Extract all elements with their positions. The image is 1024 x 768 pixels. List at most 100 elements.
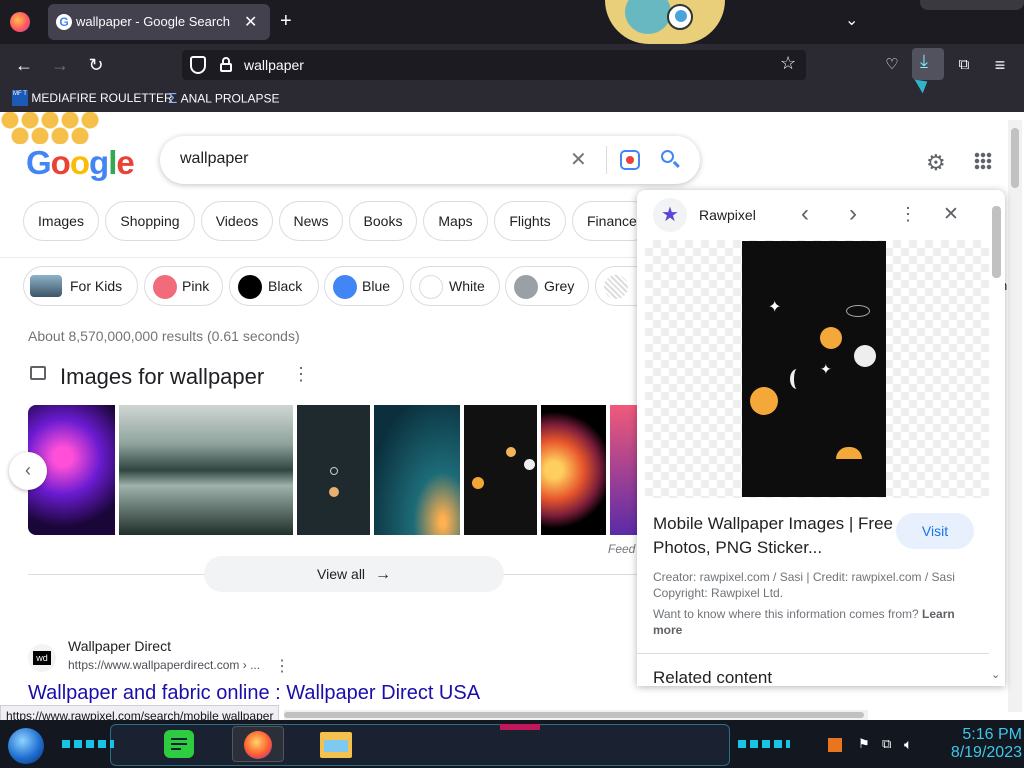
bookmark-star-icon[interactable]: ☆ (780, 53, 796, 74)
chip-white[interactable]: White (410, 266, 500, 306)
chip-blue[interactable]: Blue (324, 266, 404, 306)
url-bar[interactable]: wallpaper ☆ (182, 50, 806, 80)
result-site-name: Wallpaper Direct (68, 638, 171, 654)
google-apps-grid-icon[interactable] (974, 152, 992, 170)
tab-flights[interactable]: Flights (494, 201, 566, 241)
favicon-text: wd (33, 651, 51, 665)
sigma-icon: Σ (168, 90, 178, 107)
arrow-right-icon: → (374, 566, 391, 583)
forward-arrow-icon[interactable]: → (46, 51, 74, 79)
scroll-left-button[interactable]: ‹ (9, 452, 47, 490)
preview-image[interactable]: ✦ ✦ (742, 241, 886, 497)
mediafire-icon: MF T (12, 90, 28, 106)
feedback-link[interactable]: Feed (608, 542, 635, 556)
settings-gear-icon[interactable]: ⚙ (926, 150, 946, 176)
grey-swatch (514, 275, 538, 299)
firefox-icon (244, 731, 272, 759)
downloads-button[interactable]: ⤓ (912, 48, 944, 80)
tray-mail-icon[interactable] (828, 738, 842, 752)
list-all-tabs-chevron-down-icon[interactable]: ⌄ (845, 10, 858, 30)
honeycomb-decoration (0, 112, 110, 144)
firefox-menu-icon[interactable] (10, 12, 30, 32)
image-thumbnail[interactable] (610, 405, 640, 535)
tab-maps[interactable]: Maps (423, 201, 488, 241)
horizontal-scrollbar[interactable] (284, 710, 868, 720)
clock[interactable]: 5:16 PM 8/19/2023 (932, 726, 1022, 762)
tab-images[interactable]: Images (23, 201, 99, 241)
clear-search-icon[interactable]: ✕ (570, 147, 587, 172)
result-more-options-icon[interactable]: ⋮ (274, 656, 290, 676)
panel-title[interactable]: Mobile Wallpaper Images | Free Photos, P… (653, 512, 893, 560)
extensions-puzzle-icon[interactable]: ⧉ (950, 51, 978, 79)
page-scrollbar[interactable] (1008, 120, 1022, 712)
bookmark-second[interactable]: Σ ANAL PROLAPSE (168, 90, 280, 107)
more-options-icon[interactable]: ⋮ (292, 364, 310, 385)
google-logo[interactable]: Google (26, 144, 135, 182)
bookmark-label: ANAL PROLAPSE (180, 91, 280, 106)
back-arrow-icon[interactable]: ← (10, 51, 38, 79)
reload-icon[interactable]: ↻ (82, 51, 110, 79)
search-box[interactable]: wallpaper ✕ (160, 136, 700, 184)
image-thumbnail[interactable] (297, 405, 370, 535)
info-line: Want to know where this information come… (653, 606, 973, 638)
start-orb-icon[interactable] (8, 728, 44, 764)
tab-shopping[interactable]: Shopping (105, 201, 195, 241)
tab-videos[interactable]: Videos (201, 201, 273, 241)
visit-button[interactable]: Visit (896, 513, 974, 549)
bookmark-label: MEDIAFIRE ROULETTER (31, 91, 173, 105)
active-tab[interactable]: G wallpaper - Google Search ✕ (48, 4, 270, 40)
blue-swatch (333, 275, 357, 299)
scroll-down-chevron-icon[interactable]: ⌄ (991, 668, 1000, 681)
bookmark-mediafire-roulette[interactable]: MF T MEDIAFIRE ROULETTER (12, 90, 173, 106)
chip-black[interactable]: Black (229, 266, 319, 306)
chip-for-kids[interactable]: For Kids (23, 266, 138, 306)
app-menu-hamburger-icon[interactable]: ≡ (986, 51, 1014, 79)
image-thumbnail[interactable] (541, 405, 606, 535)
panel-close-icon[interactable]: ✕ (943, 203, 959, 226)
tab-news[interactable]: News (279, 201, 343, 241)
tray-flag-icon[interactable]: ⚑ (858, 736, 870, 752)
previous-image-chevron-left-icon[interactable]: ‹ (801, 200, 809, 228)
search-magnifier-icon[interactable] (660, 149, 682, 171)
next-image-chevron-right-icon[interactable]: › (849, 200, 857, 228)
results-stats: About 8,570,000,000 results (0.61 second… (28, 328, 300, 344)
clock-date: 8/19/2023 (950, 744, 1022, 761)
google-lens-camera-icon[interactable] (620, 150, 640, 170)
image-thumbnail[interactable] (374, 405, 460, 535)
chip-label: White (449, 278, 485, 294)
bookmarks-toolbar: MF T MEDIAFIRE ROULETTER Σ ANAL PROLAPSE (0, 86, 1024, 112)
image-icon (30, 366, 46, 380)
image-thumbnail[interactable] (119, 405, 293, 535)
mascot-sticker (605, 0, 725, 44)
new-tab-icon[interactable]: + (280, 10, 292, 33)
chip-label: Black (268, 278, 303, 294)
panel-scrollbar[interactable]: ⌄ (989, 194, 1003, 684)
firefox-taskbar-button[interactable] (232, 726, 284, 762)
view-all-button[interactable]: View all → (204, 556, 504, 592)
pocket-icon[interactable]: ♡ (878, 51, 906, 79)
image-thumbnail[interactable] (464, 405, 537, 535)
search-input[interactable]: wallpaper (180, 150, 248, 168)
panel-more-options-icon[interactable]: ⋮ (899, 204, 917, 225)
close-tab-icon[interactable]: ✕ (244, 12, 257, 32)
result-title-link[interactable]: Wallpaper and fabric online : Wallpaper … (28, 682, 480, 705)
lock-icon[interactable] (220, 57, 232, 72)
file-explorer-folder-icon[interactable] (320, 732, 352, 758)
chip-pink[interactable]: Pink (144, 266, 223, 306)
chip-grey[interactable]: Grey (505, 266, 589, 306)
download-arrow-icon: ⤓ (920, 51, 928, 71)
image-preview-panel: ★ Rawpixel ‹ › ⋮ ✕ ✦ ✦ ⌄ Mobile Wallpape… (637, 190, 1005, 686)
window-frame-decoration (920, 0, 1024, 10)
credit-line: Creator: rawpixel.com / Sasi | Credit: r… (653, 570, 955, 584)
taskbar-frame (110, 724, 730, 766)
divider (606, 146, 607, 174)
info-text: Want to know where this information come… (653, 607, 919, 621)
tracking-protection-shield-icon[interactable] (190, 56, 206, 74)
google-favicon-icon: G (56, 14, 72, 30)
notes-app-icon[interactable] (164, 730, 194, 758)
tray-network-icon[interactable]: ⧉ (882, 736, 891, 752)
tab-books[interactable]: Books (349, 201, 417, 241)
tray-volume-icon[interactable]: 🔈︎ (904, 736, 912, 753)
taskbar: ⚑ ⧉ 🔈︎ 5:16 PM 8/19/2023 (0, 720, 1024, 768)
panel-source-name[interactable]: Rawpixel (699, 207, 756, 223)
